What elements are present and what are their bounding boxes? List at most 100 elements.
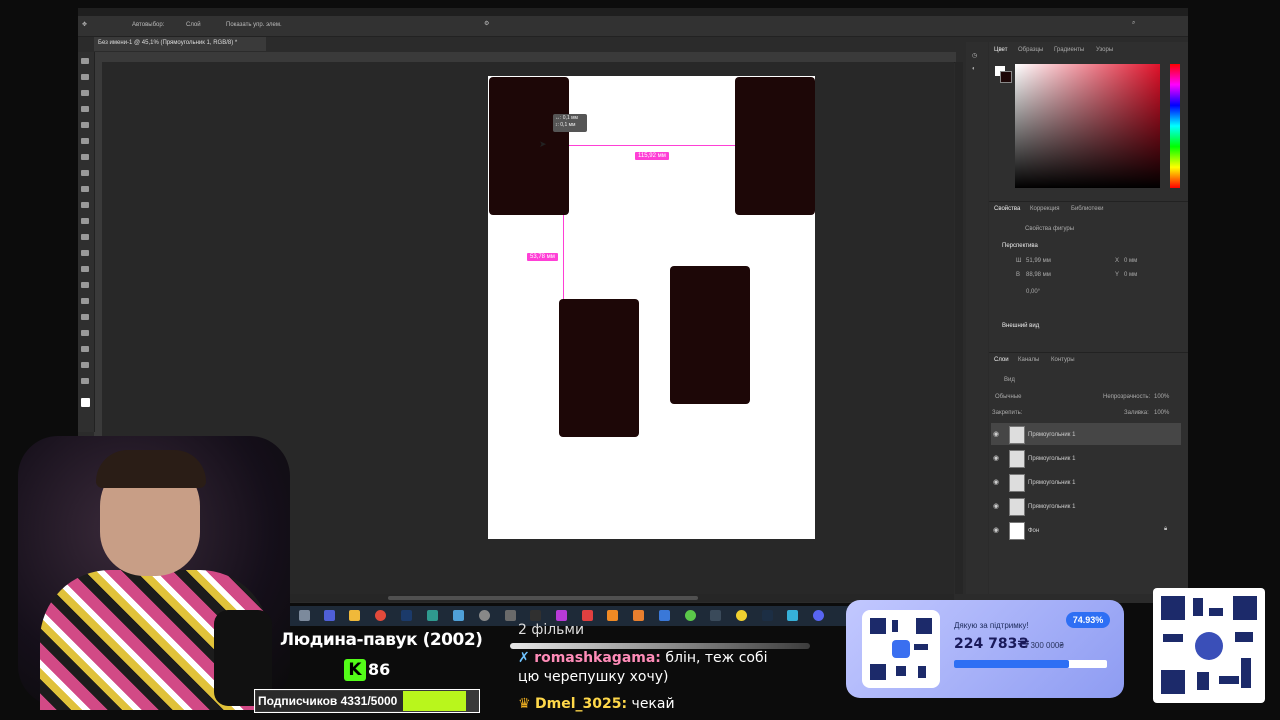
app-icon[interactable] bbox=[633, 610, 644, 621]
type-tool-icon[interactable] bbox=[81, 314, 89, 320]
rectangle-shape[interactable] bbox=[735, 77, 815, 215]
blur-tool-icon[interactable] bbox=[81, 266, 89, 272]
show-controls-checkbox[interactable]: Показать упр. элем. bbox=[226, 22, 282, 28]
app-icon[interactable] bbox=[710, 610, 721, 621]
photoshop-icon[interactable] bbox=[401, 610, 412, 621]
vertical-scrollbar[interactable] bbox=[955, 62, 963, 594]
fill-field[interactable]: 100% bbox=[1154, 410, 1169, 416]
brush-tool-icon[interactable] bbox=[81, 186, 89, 192]
x-field[interactable]: 0 мм bbox=[1124, 258, 1137, 264]
telegram-qr-code bbox=[1153, 588, 1265, 703]
layer-name[interactable]: Фон bbox=[1028, 528, 1039, 534]
transform-section-header[interactable]: Перспектива bbox=[1002, 243, 1038, 249]
folder-icon[interactable] bbox=[349, 610, 360, 621]
tab-patterns[interactable]: Узоры bbox=[1096, 47, 1113, 53]
app-icon[interactable] bbox=[556, 610, 567, 621]
stamp-tool-icon[interactable] bbox=[81, 202, 89, 208]
move-tooltip: ↔: 0,1 мм ↕: 0,1 мм bbox=[553, 114, 587, 132]
angle-field[interactable]: 0,00° bbox=[1026, 289, 1040, 295]
tab-gradients[interactable]: Градиенты bbox=[1054, 47, 1084, 53]
zoom-tool-icon[interactable] bbox=[81, 378, 89, 384]
widgets-icon[interactable] bbox=[324, 610, 335, 621]
tab-paths[interactable]: Контуры bbox=[1051, 357, 1075, 363]
path-select-tool-icon[interactable] bbox=[81, 330, 89, 336]
layer-name[interactable]: Прямоугольник 1 bbox=[1028, 432, 1075, 438]
bg-color-swatch[interactable] bbox=[1000, 71, 1012, 83]
app-icon[interactable] bbox=[736, 610, 747, 621]
dodge-tool-icon[interactable] bbox=[81, 282, 89, 288]
width-field[interactable]: 51,99 мм bbox=[1026, 258, 1051, 264]
search-icon[interactable]: ⌕ bbox=[1132, 20, 1135, 27]
horizontal-scroll-thumb[interactable] bbox=[388, 596, 698, 600]
eye-icon[interactable]: ◉ bbox=[993, 527, 1001, 535]
app-icon[interactable] bbox=[530, 610, 541, 621]
panel-divider bbox=[989, 201, 1188, 202]
move-tool-icon[interactable] bbox=[81, 58, 89, 64]
document-tab[interactable]: Без имени-1 @ 45,1% (Прямоугольник 1, RG… bbox=[94, 37, 266, 51]
layer-name[interactable]: Прямоугольник 1 bbox=[1028, 480, 1075, 486]
donation-progress-fill bbox=[954, 660, 1069, 668]
layer-name[interactable]: Прямоугольник 1 bbox=[1028, 504, 1075, 510]
gradient-tool-icon[interactable] bbox=[81, 250, 89, 256]
rectangle-tool-icon[interactable] bbox=[81, 346, 89, 352]
crop-tool-icon[interactable] bbox=[81, 122, 89, 128]
rectangle-shape[interactable] bbox=[489, 77, 569, 215]
app-icon[interactable] bbox=[505, 610, 516, 621]
vlc-icon[interactable] bbox=[607, 610, 618, 621]
opacity-field[interactable]: 100% bbox=[1154, 394, 1169, 400]
select-tool-icon[interactable] bbox=[81, 106, 89, 112]
hue-slider[interactable] bbox=[1170, 64, 1180, 188]
gear-icon[interactable]: ⚙ bbox=[484, 20, 489, 27]
tab-adjustments[interactable]: Коррекция bbox=[1030, 206, 1060, 212]
autoselect-dropdown[interactable]: Слой bbox=[186, 22, 201, 28]
layer-filter-dropdown[interactable]: Вид bbox=[1004, 377, 1015, 383]
app-icon[interactable] bbox=[479, 610, 490, 621]
y-field[interactable]: 0 мм bbox=[1124, 272, 1137, 278]
chat-text: чекай bbox=[631, 696, 675, 712]
eye-icon[interactable]: ◉ bbox=[993, 455, 1001, 463]
move-tool-icon[interactable]: ✥ bbox=[82, 21, 87, 28]
app-icon[interactable] bbox=[582, 610, 593, 621]
options-bar: ✥ Автовыбор: Слой Показать упр. элем. ⚙ … bbox=[78, 16, 1188, 37]
app-icon[interactable] bbox=[427, 610, 438, 621]
height-field[interactable]: 88,98 мм bbox=[1026, 272, 1051, 278]
color-picker-field[interactable] bbox=[1015, 64, 1160, 188]
menu-bar[interactable] bbox=[78, 8, 1188, 16]
tab-properties[interactable]: Свойства bbox=[994, 206, 1020, 212]
rectangle-shape[interactable] bbox=[670, 266, 750, 404]
marquee-tool-icon[interactable] bbox=[81, 74, 89, 80]
tools-panel bbox=[78, 52, 95, 432]
app-icon[interactable] bbox=[453, 610, 464, 621]
app-icon[interactable] bbox=[762, 610, 773, 621]
eye-icon[interactable]: ◉ bbox=[993, 503, 1001, 511]
healing-tool-icon[interactable] bbox=[81, 170, 89, 176]
chrome-icon[interactable] bbox=[375, 610, 386, 621]
lasso-tool-icon[interactable] bbox=[81, 90, 89, 96]
history-icon[interactable]: ◷ bbox=[972, 52, 977, 59]
discord-icon[interactable] bbox=[813, 610, 824, 621]
foreground-color-swatch[interactable] bbox=[81, 398, 90, 407]
eye-icon[interactable]: ◉ bbox=[993, 479, 1001, 487]
rectangle-shape[interactable] bbox=[559, 299, 639, 437]
adjustments-icon[interactable]: ◐ bbox=[972, 66, 976, 72]
start-icon[interactable] bbox=[299, 610, 310, 621]
layer-name[interactable]: Прямоугольник 1 bbox=[1028, 456, 1075, 462]
tab-libraries[interactable]: Библиотеки bbox=[1071, 206, 1104, 212]
pen-tool-icon[interactable] bbox=[81, 298, 89, 304]
eye-icon[interactable]: ◉ bbox=[993, 431, 1001, 439]
frame-tool-icon[interactable] bbox=[81, 138, 89, 144]
hand-tool-icon[interactable] bbox=[81, 362, 89, 368]
tab-layers[interactable]: Слои bbox=[994, 357, 1009, 363]
appearance-section-header[interactable]: Внешний вид bbox=[1002, 323, 1039, 329]
history-brush-icon[interactable] bbox=[81, 218, 89, 224]
autoselect-label[interactable]: Автовыбор: bbox=[132, 22, 164, 28]
eraser-tool-icon[interactable] bbox=[81, 234, 89, 240]
tab-swatches[interactable]: Образцы bbox=[1018, 47, 1043, 53]
app-icon[interactable] bbox=[787, 610, 798, 621]
app-icon[interactable] bbox=[659, 610, 670, 621]
app-icon[interactable] bbox=[685, 610, 696, 621]
tab-channels[interactable]: Каналы bbox=[1018, 357, 1039, 363]
eyedropper-tool-icon[interactable] bbox=[81, 154, 89, 160]
blend-mode-dropdown[interactable]: Обычные bbox=[995, 394, 1022, 400]
tab-color[interactable]: Цвет bbox=[994, 47, 1007, 53]
